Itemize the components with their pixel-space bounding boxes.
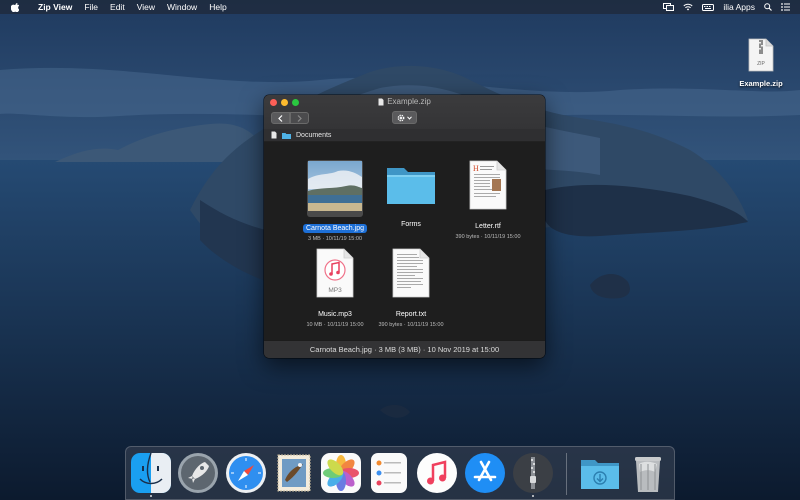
audio-file-icon: MP3 bbox=[316, 248, 354, 298]
window-title: Example.zip bbox=[387, 97, 431, 106]
desktop-zip-file[interactable]: ZIP Example.zip bbox=[736, 38, 786, 88]
photos-icon[interactable] bbox=[320, 452, 362, 494]
file-name: Letter.rtf bbox=[475, 223, 501, 230]
action-menu-button[interactable] bbox=[392, 111, 417, 124]
back-button[interactable] bbox=[271, 112, 290, 124]
file-grid: Carnota Beach.jpg 3 MB · 10/11/19 15:00 … bbox=[264, 142, 545, 340]
folder-icon bbox=[282, 132, 291, 139]
archive-root-icon[interactable] bbox=[271, 131, 277, 139]
path-folder-label[interactable]: Documents bbox=[296, 132, 331, 139]
spotlight-search-icon[interactable] bbox=[764, 3, 772, 11]
svg-text:MP3: MP3 bbox=[328, 287, 342, 294]
downloads-folder-icon[interactable] bbox=[579, 452, 621, 494]
file-meta: 390 bytes · 10/11/19 15:00 bbox=[455, 234, 521, 240]
music-icon[interactable] bbox=[416, 452, 458, 494]
svg-text:ZIP: ZIP bbox=[757, 61, 765, 67]
menu-window[interactable]: Window bbox=[167, 2, 197, 12]
gear-icon bbox=[397, 114, 405, 121]
document-icon bbox=[378, 98, 384, 105]
menu-edit[interactable]: Edit bbox=[110, 2, 125, 12]
file-meta: 3 MB · 10/11/19 15:00 bbox=[307, 236, 363, 242]
forward-button[interactable] bbox=[290, 112, 309, 124]
user-name[interactable]: ilia Apps bbox=[723, 2, 755, 12]
app-store-icon[interactable] bbox=[464, 452, 506, 494]
notification-center-icon[interactable] bbox=[781, 3, 790, 11]
zip-view-icon[interactable] bbox=[512, 452, 554, 497]
status-bar: Carnota Beach.jpg · 3 MB (3 MB) · 10 Nov… bbox=[264, 340, 545, 358]
wifi-icon[interactable] bbox=[683, 3, 693, 11]
finder-icon[interactable] bbox=[130, 452, 172, 497]
folder-icon bbox=[387, 168, 435, 204]
apple-menu-icon[interactable] bbox=[11, 2, 25, 12]
desktop-file-label: Example.zip bbox=[739, 79, 783, 88]
chevron-down-icon bbox=[407, 115, 412, 120]
file-name: Carnota Beach.jpg bbox=[303, 224, 367, 233]
chevron-left-icon bbox=[278, 114, 283, 122]
menu-view[interactable]: View bbox=[137, 2, 155, 12]
file-name: Report.txt bbox=[395, 311, 427, 318]
keyboard-icon[interactable] bbox=[702, 3, 715, 11]
file-meta: 390 bytes · 10/11/19 15:00 bbox=[378, 322, 444, 328]
file-item-letter[interactable]: H Letter.rtf 390 bytes · 10/11/19 15:00 bbox=[443, 160, 533, 240]
chevron-right-icon bbox=[297, 114, 302, 122]
launchpad-icon[interactable] bbox=[177, 452, 219, 494]
file-name: Forms bbox=[401, 221, 421, 228]
app-name-menu[interactable]: Zip View bbox=[38, 2, 72, 12]
svg-text:H: H bbox=[473, 164, 479, 173]
text-document-icon bbox=[392, 248, 430, 298]
image-thumbnail-icon bbox=[308, 161, 362, 211]
dock-separator bbox=[566, 453, 567, 495]
menu-bar: Zip View File Edit View Window Help ilia… bbox=[0, 0, 800, 14]
path-bar: Documents bbox=[264, 129, 545, 142]
rtf-document-icon: H bbox=[469, 160, 507, 210]
dock bbox=[125, 446, 675, 500]
trash-icon[interactable] bbox=[627, 452, 669, 494]
reminders-icon[interactable] bbox=[368, 452, 410, 494]
file-name: Music.mp3 bbox=[318, 311, 352, 318]
mail-icon[interactable] bbox=[273, 452, 315, 494]
menu-file[interactable]: File bbox=[84, 2, 98, 12]
zip-view-window: Example.zip Documents Carnota Beach.jpg … bbox=[264, 95, 545, 358]
safari-icon[interactable] bbox=[225, 452, 267, 494]
window-titlebar[interactable]: Example.zip Documents bbox=[264, 95, 545, 142]
zip-file-icon: ZIP bbox=[748, 38, 774, 72]
screen-mirroring-icon[interactable] bbox=[663, 3, 675, 11]
file-item-report[interactable]: Report.txt 390 bytes · 10/11/19 15:00 bbox=[366, 248, 456, 328]
menu-help[interactable]: Help bbox=[209, 2, 226, 12]
